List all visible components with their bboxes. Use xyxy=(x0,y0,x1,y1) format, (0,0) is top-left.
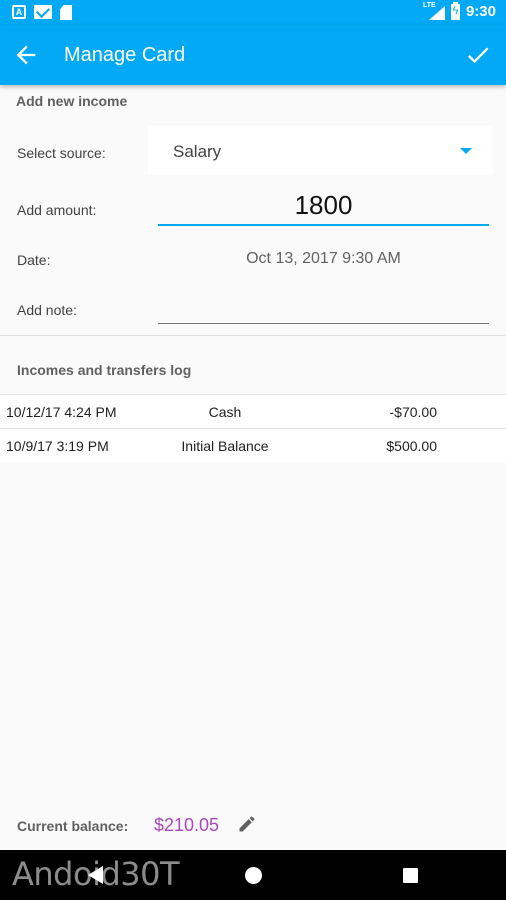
log-date: 10/12/17 4:24 PM xyxy=(6,404,117,420)
log-source: Initial Balance xyxy=(181,438,269,454)
nav-recents-icon[interactable] xyxy=(403,868,418,883)
table-row[interactable]: 10/9/17 3:19 PM Initial Balance $500.00 xyxy=(0,429,506,462)
date-label: Date: xyxy=(17,252,51,268)
sd-card-icon xyxy=(60,5,72,20)
status-bar: A LTE 9:30 xyxy=(0,0,506,25)
note-label: Add note: xyxy=(17,302,77,318)
source-select[interactable]: Salary xyxy=(148,126,493,175)
pencil-icon[interactable] xyxy=(237,814,257,834)
log-amount: $500.00 xyxy=(386,438,437,454)
note-input[interactable] xyxy=(158,295,489,324)
balance-label: Current balance: xyxy=(17,818,129,834)
table-row[interactable]: 10/12/17 4:24 PM Cash -$70.00 xyxy=(0,395,506,428)
nav-home-icon[interactable] xyxy=(245,867,262,884)
signal-icon: LTE xyxy=(423,2,445,20)
source-value: Salary xyxy=(173,142,222,161)
battery-charging-icon xyxy=(450,1,460,20)
log-source: Cash xyxy=(208,404,242,420)
check-icon[interactable] xyxy=(464,41,492,69)
a-box-icon: A xyxy=(12,5,26,19)
log-date: 10/9/17 3:19 PM xyxy=(6,438,109,454)
log-header: Incomes and transfers log xyxy=(17,362,192,378)
balance-value: $210.05 xyxy=(154,815,220,835)
amount-label: Add amount: xyxy=(17,202,97,218)
source-label: Select source: xyxy=(17,145,106,161)
watermark: Andoid30T xyxy=(12,855,180,893)
mail-icon xyxy=(34,5,52,19)
arrow-back-icon[interactable] xyxy=(12,41,40,69)
section-divider xyxy=(0,335,506,336)
page-title: Manage Card xyxy=(64,44,186,66)
add-income-header: Add new income xyxy=(16,93,128,109)
log-amount: -$70.00 xyxy=(389,404,437,420)
dropdown-arrow-icon xyxy=(460,148,472,154)
amount-input[interactable]: 1800 xyxy=(158,188,489,226)
status-time: 9:30 xyxy=(465,3,496,20)
app-bar: Manage Card xyxy=(0,25,506,85)
date-picker[interactable]: Oct 13, 2017 9:30 AM xyxy=(158,250,489,268)
